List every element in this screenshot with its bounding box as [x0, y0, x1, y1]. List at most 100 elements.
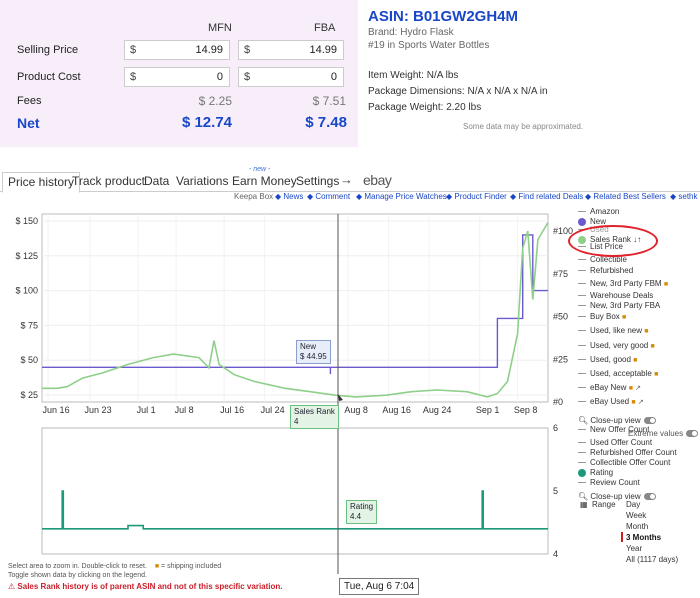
legend-ebay-used[interactable]: eBay Used ■ ↗: [578, 396, 644, 407]
external-link-icon[interactable]: ↗: [638, 399, 644, 406]
selling-price-mfn-input[interactable]: $ 14.99: [124, 40, 230, 60]
legend-buy-box[interactable]: Buy Box ■: [578, 311, 626, 322]
rating-bubble: Rating 4.4: [346, 500, 378, 524]
range-day[interactable]: Day: [626, 500, 640, 509]
selected-range-marker: [621, 532, 623, 542]
x-tick-label: Jun 23: [85, 405, 112, 415]
currency-symbol: $: [130, 71, 137, 83]
product-cost-fba-input[interactable]: $ 0: [238, 67, 344, 87]
truck-icon: ■: [654, 371, 659, 378]
fees-label: Fees: [17, 95, 42, 107]
legend-ebay-new[interactable]: eBay New ■ ↗: [578, 382, 641, 393]
tab-data[interactable]: Data: [144, 174, 169, 188]
legend-label: Used Offer Count: [590, 438, 653, 447]
legend-label: Used, very good: [590, 341, 649, 350]
col-mfn-header: MFN: [208, 22, 232, 34]
legend-label: Used, like new: [590, 326, 643, 335]
net-fba: $ 7.48: [305, 114, 347, 131]
external-link-icon[interactable]: ↗: [635, 385, 641, 392]
legend-new-3p-fbm[interactable]: New, 3rd Party FBM ■: [578, 278, 668, 289]
selling-price-label: Selling Price: [17, 44, 79, 56]
line-swatch: [578, 442, 586, 444]
zoom-hint-text: Select area to zoom in. Double-click to …: [8, 563, 147, 570]
tab-earn-money[interactable]: Earn Money: [232, 174, 297, 188]
legend-label: Collectible Offer Count: [590, 458, 671, 467]
tab-track-product[interactable]: Track product: [72, 174, 145, 188]
manage-watches-link[interactable]: ◆ Manage Price Watches: [356, 192, 447, 201]
x-tick-label: Aug 8: [344, 405, 368, 415]
toggle-switch[interactable]: [686, 430, 699, 438]
line-swatch: [578, 401, 586, 403]
main-plot-frame: [41, 213, 549, 403]
warning-text: Sales Rank history is of parent ASIN and…: [17, 582, 283, 591]
y-tick-label: $ 75: [20, 320, 38, 330]
legend-label: Amazon: [590, 207, 620, 216]
user-link[interactable]: ◆ sethk: [670, 192, 698, 201]
news-link[interactable]: ◆ News: [275, 192, 303, 201]
asin-title[interactable]: ASIN: B01GW2GH4M: [368, 8, 698, 25]
related-deals-label: Find related Deals: [518, 192, 584, 201]
line-swatch: [578, 305, 586, 307]
tab-settings[interactable]: Settings: [296, 174, 339, 188]
best-sellers-link[interactable]: ◆ Related Best Sellers: [585, 192, 666, 201]
ebay-link[interactable]: ebay: [363, 172, 392, 188]
legend-refurbished[interactable]: Refurbished: [578, 265, 633, 276]
fees-mfn: $ 2.25: [198, 94, 232, 108]
category-rank: #19 in Sports Water Bottles: [368, 40, 490, 51]
legend-used-good[interactable]: Used, good ■: [578, 354, 637, 365]
legend-label: New, 3rd Party FBA: [590, 301, 661, 310]
item-weight: Item Weight: N/A lbs: [368, 70, 459, 81]
related-deals-link[interactable]: ◆ Find related Deals: [510, 192, 583, 201]
range-all[interactable]: All (1117 days): [626, 555, 678, 564]
dot-swatch: [578, 468, 586, 477]
legend-used-like-new[interactable]: Used, like new ■: [578, 325, 649, 336]
line-swatch: [578, 211, 586, 213]
product-finder-link[interactable]: ◆ Product Finder: [446, 192, 507, 201]
warning-icon: ⚠: [8, 582, 16, 591]
net-label: Net: [17, 115, 40, 131]
selling-price-fba-input[interactable]: $ 14.99: [238, 40, 344, 60]
closeup-view-toggle-2[interactable]: 🔍︎ Close-up view: [578, 491, 656, 502]
input-value: 0: [330, 71, 337, 83]
line-swatch: [578, 359, 586, 361]
legend-new-3p-fba[interactable]: New, 3rd Party FBA: [578, 300, 660, 311]
product-cost-mfn-input[interactable]: $ 0: [124, 67, 230, 87]
tab-price-history[interactable]: Price history: [2, 172, 81, 193]
y-tick-label: $ 150: [15, 216, 38, 226]
line-swatch: [578, 345, 586, 347]
legend-used-very-good[interactable]: Used, very good ■: [578, 340, 655, 351]
user-label: sethk: [678, 192, 698, 201]
line-swatch: [578, 387, 586, 389]
zoom-hint: Select area to zoom in. Double-click to …: [8, 563, 221, 570]
rating-tick-label: 4: [553, 549, 558, 559]
legend-review-count[interactable]: Review Count: [578, 477, 640, 488]
range-month[interactable]: Month: [626, 522, 648, 531]
price-history-charts[interactable]: $ 150$ 125$ 100$ 75$ 50$ 25#100#75#50#25…: [0, 204, 575, 574]
x-tick-label: Jul 1: [137, 405, 156, 415]
y-tick-label: $ 125: [15, 251, 38, 261]
y-tick-label: $ 25: [20, 390, 38, 400]
range-year[interactable]: Year: [626, 544, 642, 553]
toggle-hint: Toggle shown data by clicking on the leg…: [8, 572, 147, 579]
truck-icon: ■: [644, 328, 649, 335]
toggle-switch[interactable]: [643, 493, 656, 501]
new-price-bubble: New $ 44.95: [296, 340, 331, 364]
range-week[interactable]: Week: [626, 511, 646, 520]
toolbar-links: Keepa Box ◆ News ◆ Comment ◆ Manage Pric…: [0, 192, 700, 204]
range-3-months[interactable]: 3 Months: [626, 533, 661, 542]
y2-tick-label: #25: [553, 354, 568, 364]
legend-label: Warehouse Deals: [590, 291, 654, 300]
legend-label: New, 3rd Party FBM: [590, 279, 662, 288]
keepa-box-link[interactable]: Keepa Box: [234, 192, 273, 201]
toggle-switch[interactable]: [643, 417, 656, 425]
legend-label: eBay Used: [590, 397, 630, 406]
comment-link[interactable]: ◆ Comment: [307, 192, 350, 201]
input-value: 14.99: [309, 44, 337, 56]
line-swatch: [578, 283, 586, 285]
sales-rank-bubble: Sales Rank 4: [290, 405, 339, 429]
tab-variations[interactable]: Variations: [176, 174, 228, 188]
x-tick-label: Jul 24: [261, 405, 285, 415]
fees-fba: $ 7.51: [312, 94, 346, 108]
legend-used-acceptable[interactable]: Used, acceptable ■: [578, 368, 658, 379]
x-tick-label: Jul 16: [220, 405, 244, 415]
